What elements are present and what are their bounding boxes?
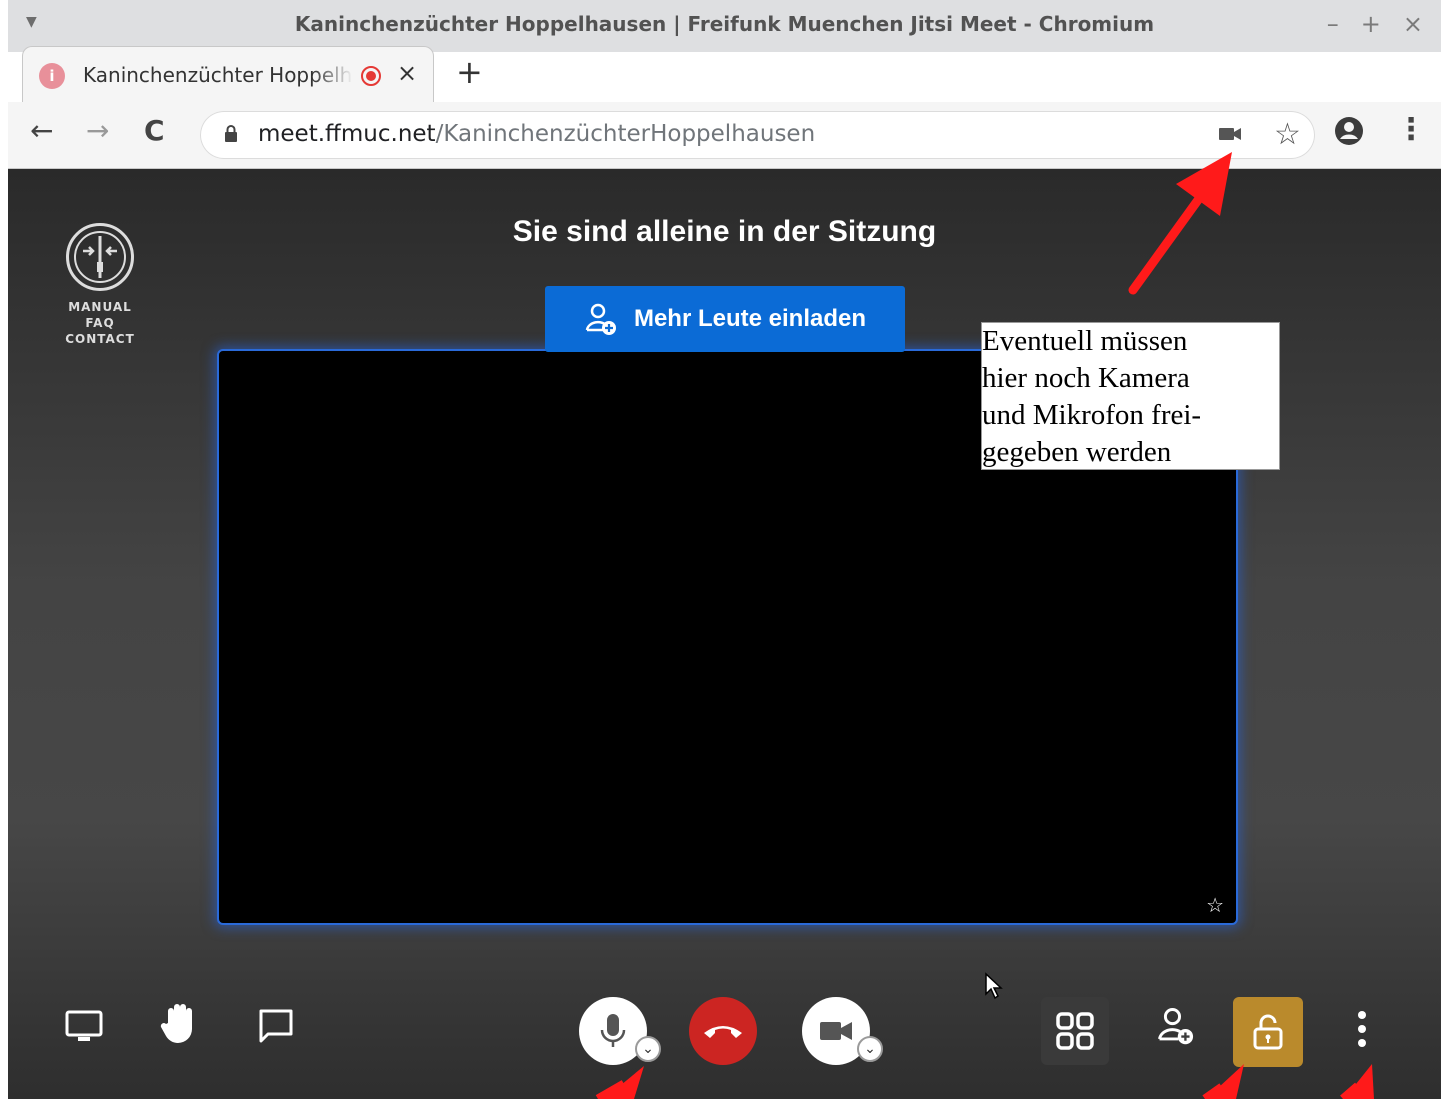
window-titlebar: ▼ Kaninchenzüchter Hoppelhausen | Freifu… <box>8 0 1441 52</box>
faq-link[interactable]: FAQ <box>64 315 136 331</box>
annotation-note: Eventuell müssen hier noch Kamera und Mi… <box>981 322 1280 470</box>
browser-tab[interactable]: i Kaninchenzüchter Hoppelhausen × <box>22 46 434 103</box>
meeting-stage: MANUAL FAQ CONTACT Sie sind alleine in d… <box>8 169 1441 1099</box>
url-domain: meet.ffmuc.net <box>258 121 436 147</box>
logo-links: MANUAL FAQ CONTACT <box>64 299 136 347</box>
note-line: hier noch Kamera <box>982 362 1190 394</box>
camera-options-caret[interactable]: ⌄ <box>857 1036 883 1062</box>
microphone-options-caret[interactable]: ⌄ <box>635 1036 661 1062</box>
invite-label: Mehr Leute einladen <box>633 305 867 332</box>
tab-close-button[interactable]: × <box>397 59 417 87</box>
recording-indicator-icon <box>361 66 381 86</box>
address-bar[interactable]: meet.ffmuc.net/KaninchenzüchterHoppelhau… <box>200 111 1315 159</box>
note-line: gegeben werden <box>982 436 1172 468</box>
tile-view-icon <box>1056 1012 1094 1050</box>
microphone-icon <box>600 1014 626 1047</box>
mouse-cursor-icon <box>985 972 1003 1000</box>
chat-icon[interactable] <box>256 1006 296 1046</box>
alone-heading: Sie sind alleine in der Sitzung <box>512 215 937 248</box>
tab-title: Kaninchenzüchter Hoppelhausen <box>83 63 353 87</box>
profile-icon[interactable] <box>1334 116 1364 146</box>
favicon-icon: i <box>39 63 65 89</box>
url-text: meet.ffmuc.net/KaninchenzüchterHoppelhau… <box>258 121 815 147</box>
more-options-icon[interactable] <box>1352 1007 1372 1051</box>
security-icon <box>1253 1014 1283 1050</box>
camera-permission-icon[interactable] <box>1218 125 1242 143</box>
invite-more-button[interactable]: Mehr Leute einladen <box>545 286 905 352</box>
contact-link[interactable]: CONTACT <box>64 331 136 347</box>
back-button[interactable]: ← <box>30 114 53 147</box>
invite-icon[interactable] <box>1156 1006 1196 1046</box>
video-star-icon: ☆ <box>1206 893 1224 917</box>
browser-menu-button[interactable]: ⋮ <box>1396 112 1426 147</box>
window-title: Kaninchenzüchter Hoppelhausen | Freifunk… <box>294 12 1155 36</box>
url-path: /KaninchenzüchterHoppelhausen <box>435 121 816 147</box>
maximize-button[interactable]: + <box>1361 10 1381 38</box>
browser-toolbar: ← → C meet.ffmuc.net/KaninchenzüchterHop… <box>8 102 1441 169</box>
bookmark-star-icon[interactable]: ☆ <box>1274 117 1301 152</box>
manual-link[interactable]: MANUAL <box>64 299 136 315</box>
note-line: und Mikrofon frei- <box>982 399 1202 431</box>
tile-view-button[interactable] <box>1041 997 1109 1065</box>
forward-button[interactable]: → <box>86 114 109 147</box>
lock-icon <box>225 125 237 142</box>
add-person-icon <box>585 303 616 335</box>
hangup-icon <box>704 1026 742 1038</box>
window-controls: – + × <box>1327 10 1423 38</box>
note-line: Eventuell müssen <box>982 325 1188 357</box>
hangup-button[interactable] <box>689 997 757 1065</box>
raise-hand-icon[interactable] <box>160 1001 200 1047</box>
security-button[interactable] <box>1233 997 1303 1067</box>
reload-button[interactable]: C <box>144 114 165 147</box>
close-window-button[interactable]: × <box>1403 10 1423 38</box>
screen-share-icon[interactable] <box>64 1006 104 1046</box>
minimize-button[interactable]: – <box>1327 10 1339 38</box>
camera-icon <box>820 1022 852 1040</box>
new-tab-button[interactable]: + <box>456 56 483 88</box>
